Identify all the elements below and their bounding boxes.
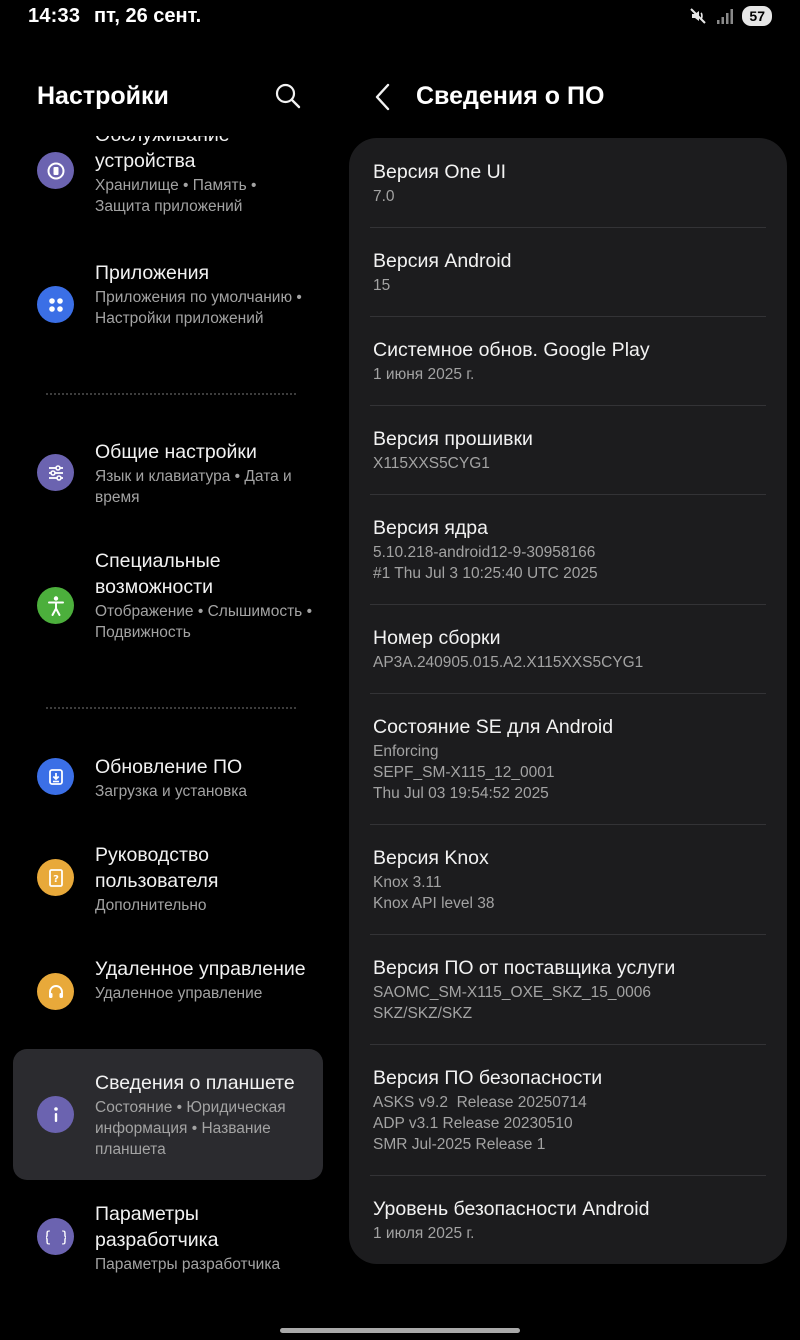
info-row-one-ui[interactable]: Версия One UI 7.0: [373, 159, 765, 207]
section-divider: [46, 393, 296, 395]
settings-item-device-care[interactable]: Обслуживание устройства Хранилище • Памя…: [13, 136, 323, 222]
info-row-android-version[interactable]: Версия Android 15: [373, 248, 765, 296]
apps-icon: [37, 286, 74, 323]
software-info-card: Версия One UI 7.0 Версия Android 15 Сист…: [349, 138, 787, 1264]
settings-item-subtitle: Удаленное управление: [95, 985, 263, 1002]
info-label: Версия прошивки: [373, 428, 533, 450]
battery-indicator: 57: [742, 6, 772, 26]
info-label: Системное обнов. Google Play: [373, 339, 650, 361]
settings-list[interactable]: Обслуживание устройства Хранилище • Памя…: [13, 136, 323, 1286]
settings-item-subtitle: Дополнительно: [95, 897, 207, 914]
search-icon: [272, 83, 304, 116]
settings-item-accessibility[interactable]: Специальные возможности Отображение • Сл…: [13, 536, 323, 676]
info-value: AP3A.240905.015.A2.X115XXS5CYG1: [373, 654, 644, 671]
row-divider: [370, 934, 766, 935]
sliders-icon: [37, 454, 74, 491]
settings-item-subtitle: Язык и клавиатура • Дата и время: [95, 468, 292, 506]
info-icon: [37, 1096, 74, 1133]
info-label: Версия ПО безопасности: [373, 1067, 603, 1089]
page-title: Сведения о ПО: [416, 82, 605, 110]
row-divider: [370, 316, 766, 317]
info-row-baseband[interactable]: Версия прошивки X115XXS5CYG1: [373, 426, 765, 474]
info-row-build-number[interactable]: Номер сборки AP3A.240905.015.A2.X115XXS5…: [373, 625, 765, 673]
info-label: Состояние SE для Android: [373, 716, 614, 738]
settings-item-software-update[interactable]: Обновление ПО Загрузка и установка: [13, 741, 323, 816]
info-label: Версия ПО от поставщика услуги: [373, 957, 676, 979]
device-care-icon: [37, 152, 74, 189]
signal-icon: [716, 7, 734, 25]
settings-item-about-tablet[interactable]: Сведения о планшете Состояние • Юриди­че…: [13, 1049, 323, 1180]
status-time: 14:33: [28, 5, 81, 27]
status-date: пт, 26 сент.: [94, 5, 202, 27]
info-value: ASKS v9.2 Release 20250714 ADP v3.1 Rele…: [373, 1094, 587, 1153]
accessibility-icon: [37, 587, 74, 624]
settings-item-title: Специальные возможности: [95, 550, 221, 598]
settings-item-developer-options[interactable]: { } Параметры разработчика Параметры раз…: [13, 1188, 323, 1286]
settings-item-title: Обновление ПО: [95, 756, 243, 778]
settings-item-title: Обслуживание устройства: [95, 136, 230, 172]
info-value: 1 июля 2025 г.: [373, 1225, 475, 1242]
back-button[interactable]: [368, 80, 398, 114]
settings-item-subtitle: Приложения по умолчанию • Настройки прил…: [95, 289, 302, 327]
settings-item-title: Сведения о планшете: [95, 1072, 295, 1094]
settings-item-apps[interactable]: Приложения Приложения по умолчанию • Нас…: [13, 248, 323, 358]
info-row-service-provider[interactable]: Версия ПО от поставщика услуги SAOMC_SM-…: [373, 955, 765, 1024]
settings-item-title: Руководство пользователя: [95, 844, 219, 892]
info-value: Knox 3.11 Knox API level 38: [373, 874, 495, 912]
info-value: SAOMC_SM-X115_OXE_SKZ_15_0006 SKZ/SKZ/SK…: [373, 984, 652, 1022]
info-row-knox[interactable]: Версия Knox Knox 3.11 Knox API level 38: [373, 845, 765, 914]
settings-item-remote-management[interactable]: Удаленное управление Удаленное управлени…: [13, 942, 323, 1042]
info-label: Версия ядра: [373, 517, 488, 539]
settings-title: Настройки: [37, 82, 169, 110]
settings-item-title: Удаленное управление: [95, 958, 306, 980]
status-bar: 14:33 пт, 26 сент. 57: [0, 0, 800, 34]
user-manual-icon: ?: [37, 859, 74, 896]
info-row-google-play-update[interactable]: Системное обнов. Google Play 1 июня 2025…: [373, 337, 765, 385]
info-label: Номер сборки: [373, 627, 501, 649]
software-update-icon: [37, 758, 74, 795]
settings-item-general[interactable]: Общие настройки Язык и клавиатура • Дата…: [13, 426, 323, 520]
settings-item-subtitle: Состояние • Юриди­ческая информация • На…: [95, 1099, 286, 1158]
info-value: 5.10.218-android12-9-30958166 #1 Thu Jul…: [373, 544, 598, 582]
row-divider: [370, 604, 766, 605]
home-indicator[interactable]: [280, 1328, 520, 1333]
status-icons: 57: [688, 6, 772, 26]
info-label: Версия Knox: [373, 847, 489, 869]
info-row-se-android[interactable]: Состояние SE для Android Enforcing SEPF_…: [373, 714, 765, 804]
settings-item-user-manual[interactable]: ? Руководство пользователя Дополнительно: [13, 828, 323, 928]
settings-item-title: Приложения: [95, 262, 210, 284]
info-row-security-patch[interactable]: Уровень безопасности Android 1 июля 2025…: [373, 1196, 765, 1244]
info-row-security-software[interactable]: Версия ПО безопасности ASKS v9.2 Release…: [373, 1065, 765, 1155]
svg-text:{ }: { }: [46, 1228, 66, 1246]
info-label: Версия One UI: [373, 161, 507, 183]
settings-item-title: Общие настройки: [95, 441, 257, 463]
settings-item-subtitle: Загрузка и установка: [95, 783, 247, 800]
svg-text:?: ?: [53, 874, 59, 885]
info-row-kernel[interactable]: Версия ядра 5.10.218-android12-9-3095816…: [373, 515, 765, 584]
row-divider: [370, 405, 766, 406]
row-divider: [370, 693, 766, 694]
row-divider: [370, 227, 766, 228]
mute-icon: [688, 6, 708, 26]
settings-item-subtitle: Хранилище • Память • Защита приложений: [95, 177, 257, 215]
row-divider: [370, 1175, 766, 1176]
search-button[interactable]: [272, 80, 304, 112]
info-value: 15: [373, 277, 391, 294]
row-divider: [370, 494, 766, 495]
back-arrow-icon: [368, 83, 398, 118]
settings-item-subtitle: Параметры разработчика: [95, 1256, 281, 1273]
settings-item-subtitle: Отображение • Слышимость • Подвижность: [95, 603, 312, 641]
row-divider: [370, 824, 766, 825]
settings-item-title: Параметры разработчика: [95, 1203, 219, 1251]
section-divider: [46, 707, 296, 709]
headset-icon: [37, 973, 74, 1010]
info-value: 1 июня 2025 г.: [373, 366, 475, 383]
info-value: Enforcing SEPF_SM-X115_12_0001 Thu Jul 0…: [373, 743, 555, 802]
info-label: Версия Android: [373, 250, 512, 272]
info-value: X115XXS5CYG1: [373, 455, 490, 472]
info-label: Уровень безопасности Android: [373, 1198, 650, 1220]
row-divider: [370, 1044, 766, 1045]
info-value: 7.0: [373, 188, 395, 205]
developer-braces-icon: { }: [37, 1218, 74, 1255]
